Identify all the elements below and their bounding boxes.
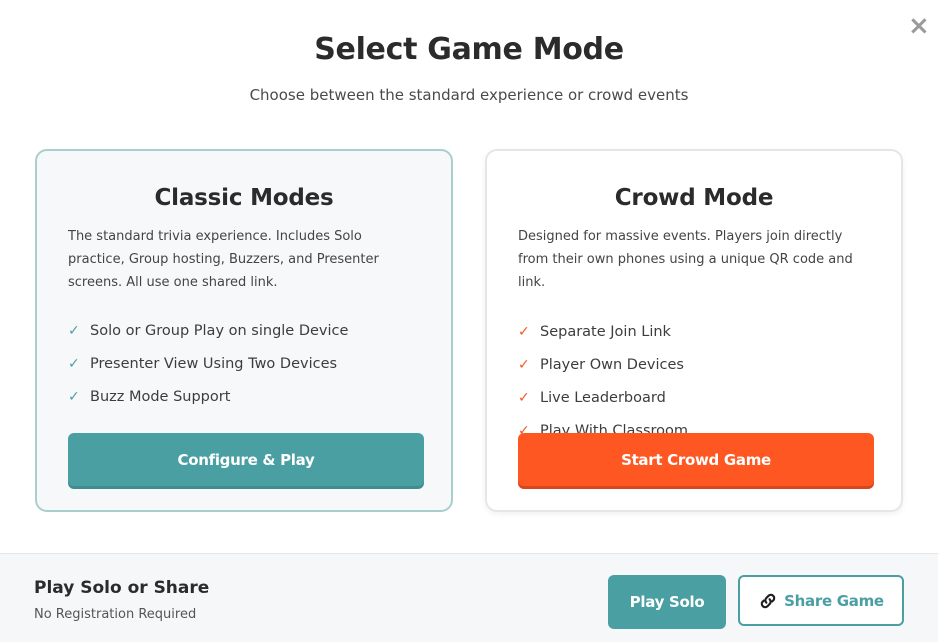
play-solo-button[interactable]: Play Solo [608, 575, 726, 629]
feature-label: Player Own Devices [540, 356, 684, 373]
link-icon [760, 593, 776, 608]
feature-item: ✓ Buzz Mode Support [68, 380, 420, 413]
feature-label: Separate Join Link [540, 323, 671, 340]
check-icon: ✓ [68, 322, 80, 339]
check-icon: ✓ [518, 389, 530, 406]
crowd-mode-description: Designed for massive events. Players joi… [518, 229, 853, 290]
feature-item: ✓ Solo or Group Play on single Device [68, 314, 420, 347]
crowd-features-list: ✓ Separate Join Link ✓ Player Own Device… [518, 315, 870, 447]
check-icon: ✓ [518, 356, 530, 373]
share-game-button[interactable]: Share Game [738, 575, 904, 626]
feature-label: Buzz Mode Support [90, 388, 231, 405]
crowd-mode-title: Crowd Mode [614, 185, 774, 211]
configure-play-button[interactable]: Configure & Play [68, 433, 424, 486]
check-icon: ✓ [518, 323, 530, 340]
modal-subtitle: Choose between the standard experience o… [249, 86, 689, 104]
feature-item: ✓ Presenter View Using Two Devices [68, 347, 420, 380]
classic-features-list: ✓ Solo or Group Play on single Device ✓ … [68, 314, 420, 413]
classic-modes-card: Classic Modes The standard trivia experi… [35, 149, 453, 512]
crowd-mode-card: Crowd Mode Designed for massive events. … [485, 149, 903, 512]
check-icon: ✓ [68, 388, 80, 405]
feature-label: Live Leaderboard [540, 389, 666, 406]
start-crowd-game-button[interactable]: Start Crowd Game [518, 433, 874, 486]
modal-title: Select Game Mode [314, 32, 624, 67]
footer-bar: Play Solo or Share No Registration Requi… [0, 553, 938, 642]
feature-item: ✓ Separate Join Link [518, 315, 870, 348]
footer-title: Play Solo or Share [34, 578, 210, 598]
feature-label: Solo or Group Play on single Device [90, 322, 349, 339]
footer-subtitle: No Registration Required [34, 607, 197, 622]
classic-modes-description: The standard trivia experience. Includes… [68, 229, 379, 290]
feature-item: ✓ Player Own Devices [518, 348, 870, 381]
feature-label: Presenter View Using Two Devices [90, 355, 338, 372]
feature-item: ✓ Live Leaderboard [518, 381, 870, 414]
share-game-label: Share Game [784, 591, 884, 610]
classic-modes-title: Classic Modes [154, 185, 334, 211]
check-icon: ✓ [68, 355, 80, 372]
